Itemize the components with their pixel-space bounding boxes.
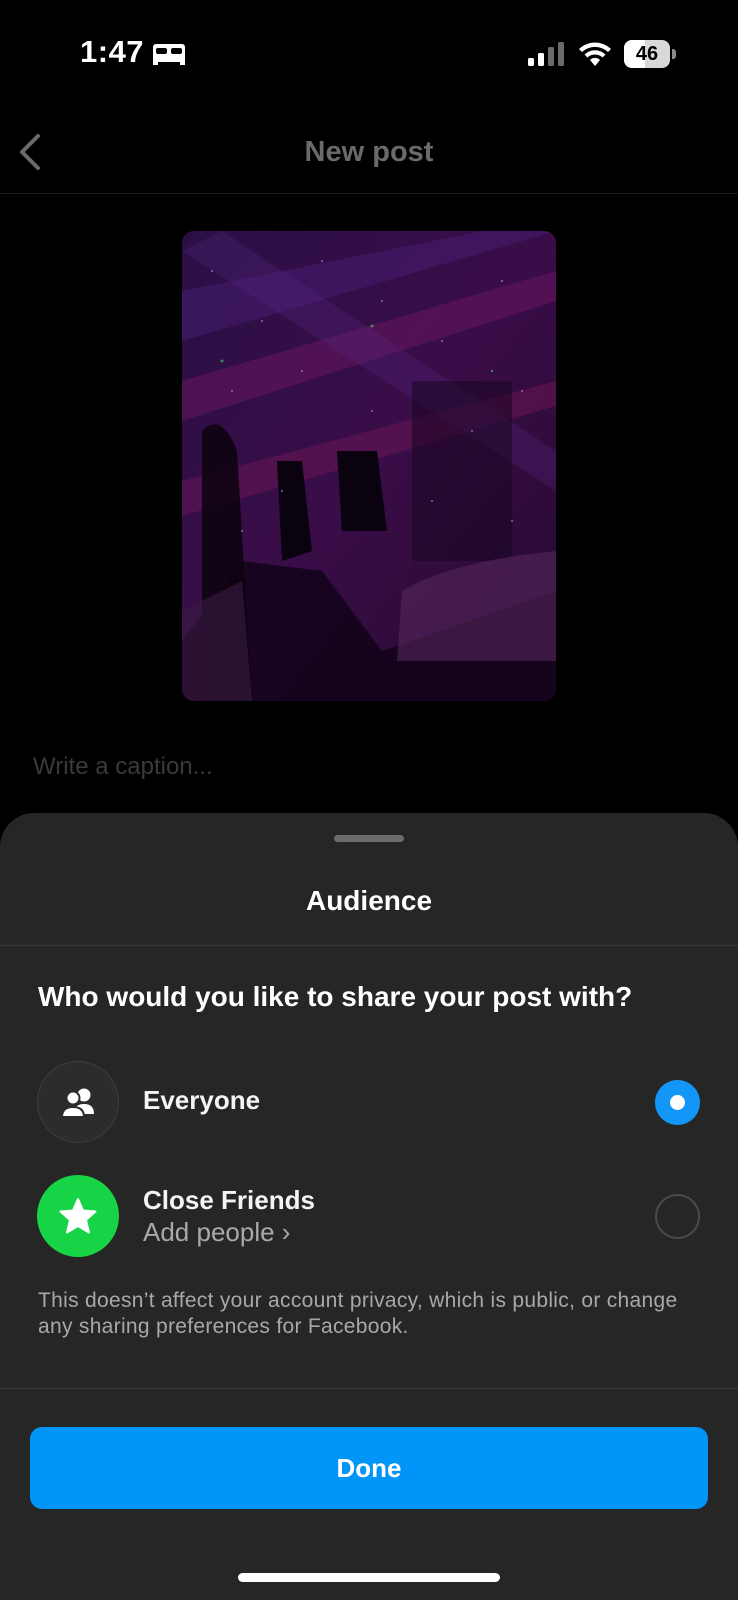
privacy-disclaimer: This doesn’t affect your account privacy…	[38, 1289, 678, 1338]
caption-input[interactable]: Write a caption...	[33, 753, 213, 781]
home-indicator	[238, 1573, 500, 1582]
sheet-title: Audience	[305, 885, 433, 916]
close-friends-avatar	[37, 1175, 119, 1257]
done-button[interactable]: Done	[30, 1427, 708, 1509]
add-people-link[interactable]: Add people ›	[143, 1217, 290, 1248]
radio-close-friends[interactable]	[655, 1194, 700, 1239]
divider	[0, 945, 738, 946]
option-label-close-friends: Close Friends	[143, 1185, 315, 1215]
status-bar: 1:47 46	[0, 0, 738, 110]
page-title: New post	[304, 136, 434, 168]
nav-header: New post	[0, 110, 738, 194]
battery-percentage: 46	[635, 43, 659, 65]
everyone-avatar	[37, 1061, 119, 1143]
signal-icon	[528, 42, 564, 66]
option-everyone[interactable]: Everyone	[0, 1061, 738, 1145]
option-label-everyone: Everyone	[143, 1085, 261, 1115]
bed-icon	[153, 44, 185, 65]
audience-sheet: Audience Who would you like to share you…	[0, 813, 738, 1600]
audience-question: Who would you like to share your post wi…	[38, 981, 633, 1012]
divider	[0, 1388, 738, 1389]
sheet-grabber[interactable]	[334, 835, 404, 842]
battery-icon: 46	[624, 40, 676, 68]
wifi-icon	[579, 42, 611, 66]
status-time: 1:47	[80, 34, 145, 69]
post-image-preview	[182, 231, 556, 701]
radio-everyone-selected[interactable]	[655, 1080, 700, 1125]
star-icon	[59, 1198, 97, 1234]
people-icon	[60, 1088, 94, 1118]
option-close-friends[interactable]: Close Friends Add people ›	[0, 1175, 738, 1259]
